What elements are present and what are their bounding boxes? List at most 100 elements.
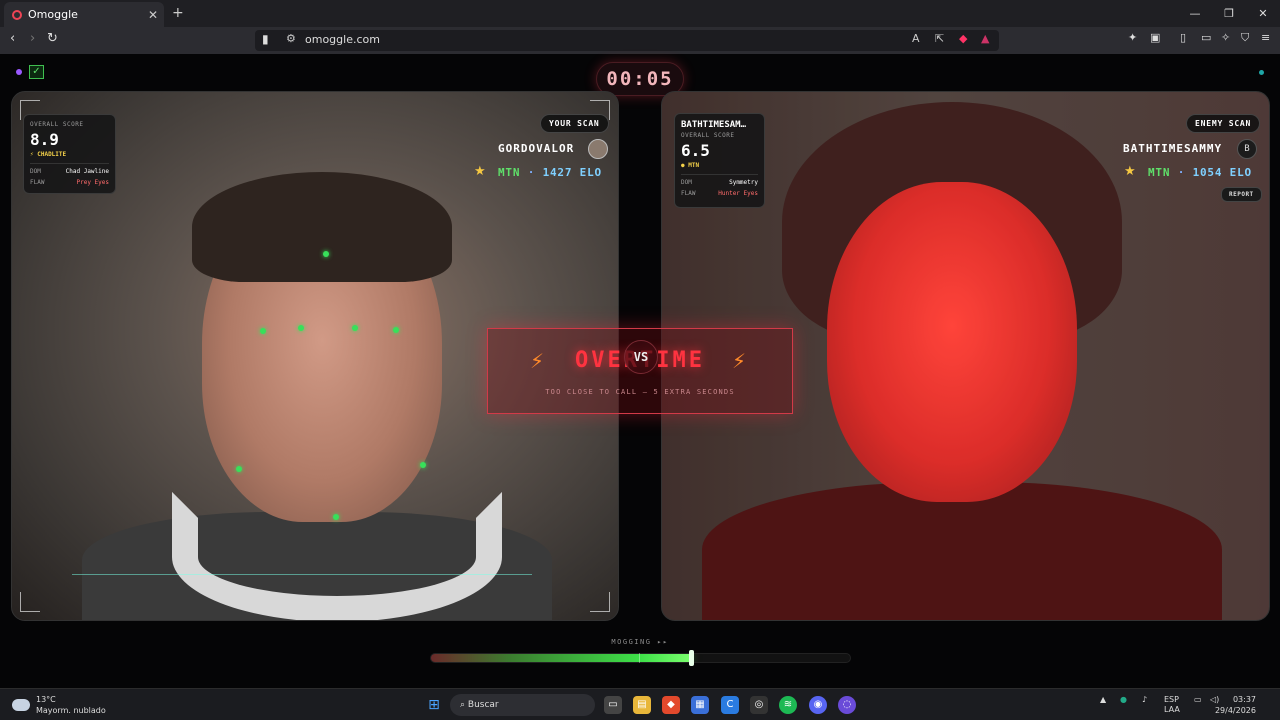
report-button[interactable]: REPORT [1221,187,1262,202]
clock-time: 03:37 [1232,695,1256,704]
window-controls: — ❐ ✕ [1178,0,1280,27]
mog-meter-fill [431,654,691,662]
weather-desc: Mayorm. nublado [36,706,106,715]
discord-icon[interactable]: ◉ [809,696,827,714]
weather-widget[interactable]: 13°C Mayorm. nublado [12,694,106,716]
brave-shields-icon[interactable]: ◆ [959,32,967,45]
left-elo: MTN · 1427 ELO [498,166,602,179]
reload-icon[interactable]: ↻ [47,31,58,46]
flaw-label: FLAW [681,190,696,197]
left-username: GORDOVALOR [498,142,575,155]
face-landmark-dot [352,325,358,331]
avatar[interactable]: B [1237,139,1257,159]
brave-browser-icon[interactable]: ◆ [662,696,680,714]
flaw-value: Hunter Eyes [718,190,758,197]
overall-score-label: OVERALL SCORE [30,121,84,128]
cursor-app-icon[interactable]: C [721,696,739,714]
browser-tab[interactable]: Omoggle ✕ [4,2,164,27]
site-info-icon[interactable]: ⚙ [286,32,296,45]
dom-value: Symmetry [729,179,758,186]
face-landmark-dot [260,328,266,334]
bookmark-icon[interactable]: ▮ [262,32,269,46]
frame-corner [590,592,610,612]
brave-rewards-icon[interactable]: ▲ [981,32,989,45]
language-code[interactable]: ESP [1164,695,1180,705]
cloud-icon [12,699,30,711]
file-explorer-icon[interactable]: ▤ [633,696,651,714]
search-icon: ⌕ [460,700,468,710]
dom-label: DOM [30,168,41,175]
face-landmark-dot [333,514,339,520]
mogging-label: MOGGING ▸▸ [611,638,669,646]
leo-ai-icon[interactable]: ✧ [1221,31,1230,44]
minimize-button[interactable]: — [1178,0,1212,27]
flaw-value: Prey Eyes [76,179,109,186]
overall-score-value: 8.9 [30,130,59,149]
left-elo-value: 1427 ELO [542,166,602,179]
spotify-icon[interactable]: ≋ [779,696,797,714]
keyboard-layout[interactable]: LAA [1164,705,1180,715]
tab-title: Omoggle [28,8,78,21]
github-icon[interactable]: ◎ [750,696,768,714]
face-landmark-dot [298,325,304,331]
mog-meter-track [430,653,851,663]
menu-icon[interactable]: ≡ [1261,31,1270,44]
face-landmark-dot [393,327,399,333]
address-bar[interactable]: ▮ ⚙ omoggle.com A ⇱ ◆ ▲ [255,30,999,51]
right-username: BATHTIMESAMMY [1123,142,1223,155]
right-elo-tier: MTN [1148,166,1171,179]
windows-start-icon[interactable]: ⊞ [425,696,443,714]
maximize-button[interactable]: ❐ [1212,0,1246,27]
connection-dot [1259,70,1264,75]
vpn-icon[interactable]: ⛉ [1241,31,1249,45]
tab-close-icon[interactable]: ✕ [148,8,158,22]
screenshot-icon[interactable]: ▣ [1150,31,1160,44]
weather-temp: 13°C [36,695,56,704]
mog-meter-knob [689,650,695,666]
mog-meter-center-mark [639,653,640,663]
taskbar-search[interactable]: ⌕ Buscar [450,694,595,716]
back-icon[interactable]: ‹ [10,31,15,46]
left-score-card: OVERALL SCORE 8.9 ⚡ CHADLITE DOM Chad Jaw… [23,114,116,194]
dom-label: DOM [681,179,692,186]
flaw-label: FLAW [30,179,45,186]
tray-overflow-icon[interactable]: ▲ [1100,695,1106,704]
taskbar-clock[interactable]: 03:37 29/4/2026 [1215,694,1256,716]
url-text[interactable]: omoggle.com [305,33,380,46]
network-icon[interactable]: ▭ [1194,695,1202,704]
microphone-icon[interactable]: ♪ [1142,695,1147,704]
star-icon: ★ [474,164,486,179]
forward-icon[interactable]: › [30,31,35,46]
scan-line [72,574,532,575]
elo-separator: · [1170,166,1193,179]
windows-taskbar: 13°C Mayorm. nublado ⊞ ⌕ Buscar ▭ ▤ ◆ ▦ … [0,688,1280,720]
close-window-button[interactable]: ✕ [1246,0,1280,27]
store-icon[interactable]: ▦ [691,696,709,714]
extensions-icon[interactable]: ✦ [1128,31,1137,44]
browser-navbar: ‹ › ↻ ▮ ⚙ omoggle.com A ⇱ ◆ ▲ ✦ ▣ ▯ ▭ ✧ … [0,27,1280,54]
omoggle-page: ✓ 00:05 OVERALL SCORE 8.9 ⚡ CHADLITE DOM… [0,54,1280,688]
face-landmark-dot [236,466,242,472]
face-landmark-dot [323,251,329,257]
overall-score-value: 6.5 [681,141,710,160]
tray-app-icon[interactable]: ● [1120,695,1127,704]
app-icon[interactable]: ◌ [838,696,856,714]
new-tab-button[interactable]: + [172,5,184,21]
right-elo: MTN · 1054 ELO [1148,166,1252,179]
card-divider [30,163,109,164]
verified-check-icon[interactable]: ✓ [29,65,44,79]
enemy-scan-badge: ENEMY SCAN [1186,114,1261,133]
sidebar-icon[interactable]: ▯ [1180,31,1186,44]
left-elo-tier: MTN [498,166,521,179]
overall-score-label: OVERALL SCORE [681,132,735,139]
wallet-icon[interactable]: ▭ [1201,31,1211,44]
right-score-card: BATHTIMESAM… OVERALL SCORE 6.5 ● MTN DOM… [674,113,765,208]
left-video-hair [192,172,452,282]
right-elo-value: 1054 ELO [1192,166,1252,179]
translate-icon[interactable]: A [912,32,920,45]
share-icon[interactable]: ⇱ [935,32,944,45]
avatar[interactable] [588,139,608,159]
left-video-headphones [172,492,502,620]
status-dot [16,69,22,75]
task-view-icon[interactable]: ▭ [604,696,622,714]
